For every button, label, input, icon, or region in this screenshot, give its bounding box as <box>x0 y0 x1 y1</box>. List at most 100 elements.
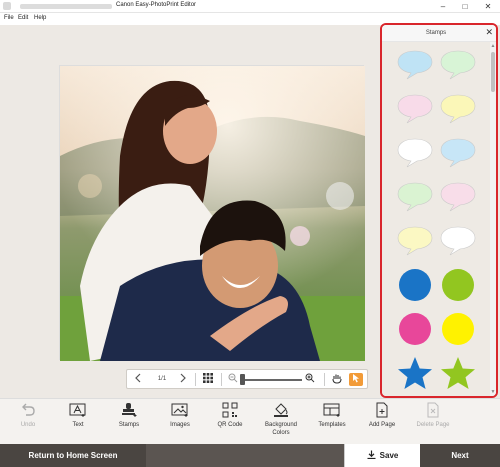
zoom-out-icon <box>228 373 238 383</box>
stamp-item-speech-bubble[interactable] <box>396 224 434 258</box>
page-list-button[interactable] <box>201 373 215 386</box>
menu-help[interactable]: Help <box>34 15 46 21</box>
maximize-button[interactable]: □ <box>458 1 472 12</box>
circle-icon <box>442 269 474 301</box>
stamps-panel-title: Stamps <box>425 30 447 36</box>
templates-button[interactable]: Templates <box>306 402 358 429</box>
delete-page-label: Delete Page <box>416 422 450 428</box>
divider <box>195 373 196 386</box>
speech-bubble-icon <box>397 138 433 168</box>
qr-code-button[interactable]: QR Code <box>204 402 256 429</box>
delete-page-icon <box>427 402 439 418</box>
divider <box>324 373 325 386</box>
background-colors-label-line2: Colors <box>272 430 290 436</box>
zoom-in-button[interactable] <box>304 373 316 386</box>
add-page-label: Add Page <box>368 422 396 428</box>
stamp-item-circle[interactable] <box>396 312 434 346</box>
stamp-item-circle[interactable] <box>439 312 477 346</box>
undo-button[interactable]: Undo <box>2 402 54 429</box>
pan-tool-button[interactable] <box>330 373 344 386</box>
stamp-item-speech-bubble[interactable] <box>396 48 434 82</box>
previous-page-button[interactable] <box>132 373 144 386</box>
menu-file[interactable]: File <box>4 15 14 21</box>
window-title: Canon Easy-PhotoPrint Editor <box>116 2 197 8</box>
select-tool-button[interactable] <box>349 373 363 386</box>
templates-icon <box>323 403 340 417</box>
grid-icon <box>203 373 213 383</box>
next-button[interactable]: Next <box>420 444 500 467</box>
undo-icon <box>22 403 35 416</box>
stamps-scrollbar[interactable]: ▲ ▼ <box>490 42 496 396</box>
speech-bubble-icon <box>440 182 476 212</box>
star-icon <box>441 357 475 389</box>
images-button[interactable]: Images <box>154 402 206 429</box>
zoom-out-button[interactable] <box>227 373 239 386</box>
stamps-scrollbar-thumb[interactable] <box>491 52 495 92</box>
text-button[interactable]: Text <box>52 402 104 429</box>
background-colors-button[interactable]: Background Colors <box>255 402 307 437</box>
navigator-toolbar: 1/1 <box>126 369 368 389</box>
circle-icon <box>399 269 431 301</box>
return-to-home-button[interactable]: Return to Home Screen <box>0 444 146 467</box>
stamp-item-speech-bubble[interactable] <box>439 224 477 258</box>
stamp-item-speech-bubble[interactable] <box>439 180 477 214</box>
speech-bubble-icon <box>440 226 476 256</box>
stamp-item-speech-bubble[interactable] <box>439 136 477 170</box>
templates-label: Templates <box>318 422 346 428</box>
zoom-slider-track[interactable] <box>242 379 302 381</box>
next-page-button[interactable] <box>177 373 189 386</box>
title-bar: Canon Easy-PhotoPrint Editor – □ ✕ <box>0 0 500 13</box>
zoom-slider-handle[interactable] <box>240 374 245 385</box>
scroll-up-arrow-icon[interactable]: ▲ <box>490 43 496 49</box>
images-label: Images <box>170 422 190 428</box>
delete-page-button[interactable]: Delete Page <box>407 402 459 429</box>
text-box-icon <box>69 403 86 417</box>
stamps-panel-close-button[interactable]: ✕ <box>485 27 493 38</box>
add-page-button[interactable]: Add Page <box>356 402 408 429</box>
undo-label: Undo <box>20 422 36 428</box>
stamps-button[interactable]: Stamps <box>103 402 155 429</box>
stamp-item-circle[interactable] <box>396 268 434 302</box>
speech-bubble-icon <box>440 50 476 80</box>
download-icon <box>367 450 376 460</box>
stamp-item-circle[interactable] <box>439 268 477 302</box>
paint-bucket-icon <box>274 403 288 417</box>
menu-edit[interactable]: Edit <box>18 15 28 21</box>
text-label: Text <box>72 422 84 428</box>
zoom-in-icon <box>305 373 315 383</box>
divider <box>221 373 222 386</box>
add-page-icon <box>376 402 388 418</box>
speech-bubble-icon <box>397 94 433 124</box>
stamps-panel-header: Stamps ✕ <box>382 25 496 42</box>
redacted-filename <box>20 4 112 9</box>
stamp-item-speech-bubble[interactable] <box>396 180 434 214</box>
page-indicator: 1/1 <box>157 376 167 382</box>
save-label: Save <box>379 451 399 460</box>
pointer-arrow-icon <box>353 374 359 383</box>
close-window-button[interactable]: ✕ <box>481 1 495 12</box>
speech-bubble-icon <box>440 138 476 168</box>
stamps-grid <box>382 42 496 396</box>
couple-photo[interactable] <box>60 66 365 361</box>
save-button[interactable]: Save <box>344 444 420 467</box>
stamp-item-speech-bubble[interactable] <box>396 92 434 126</box>
circle-icon <box>442 313 474 345</box>
speech-bubble-icon <box>397 226 433 256</box>
qr-code-label: QR Code <box>217 422 243 428</box>
stamp-icon <box>122 403 137 417</box>
stamp-item-star[interactable] <box>396 356 434 390</box>
hand-icon <box>332 374 342 384</box>
stamp-item-star[interactable] <box>439 356 477 390</box>
speech-bubble-icon <box>440 94 476 124</box>
stamps-label: Stamps <box>118 422 140 428</box>
stamp-item-speech-bubble[interactable] <box>396 136 434 170</box>
stamp-item-speech-bubble[interactable] <box>439 48 477 82</box>
minimize-button[interactable]: – <box>436 1 450 12</box>
image-icon <box>171 403 188 417</box>
edit-canvas-area: 1/1 <box>0 25 378 397</box>
stamp-item-speech-bubble[interactable] <box>439 92 477 126</box>
background-colors-label-line1: Background <box>264 422 298 428</box>
scroll-down-arrow-icon[interactable]: ▼ <box>490 389 496 395</box>
footer-bar: Return to Home Screen Save Next <box>0 444 500 467</box>
photo-page[interactable] <box>59 65 365 361</box>
